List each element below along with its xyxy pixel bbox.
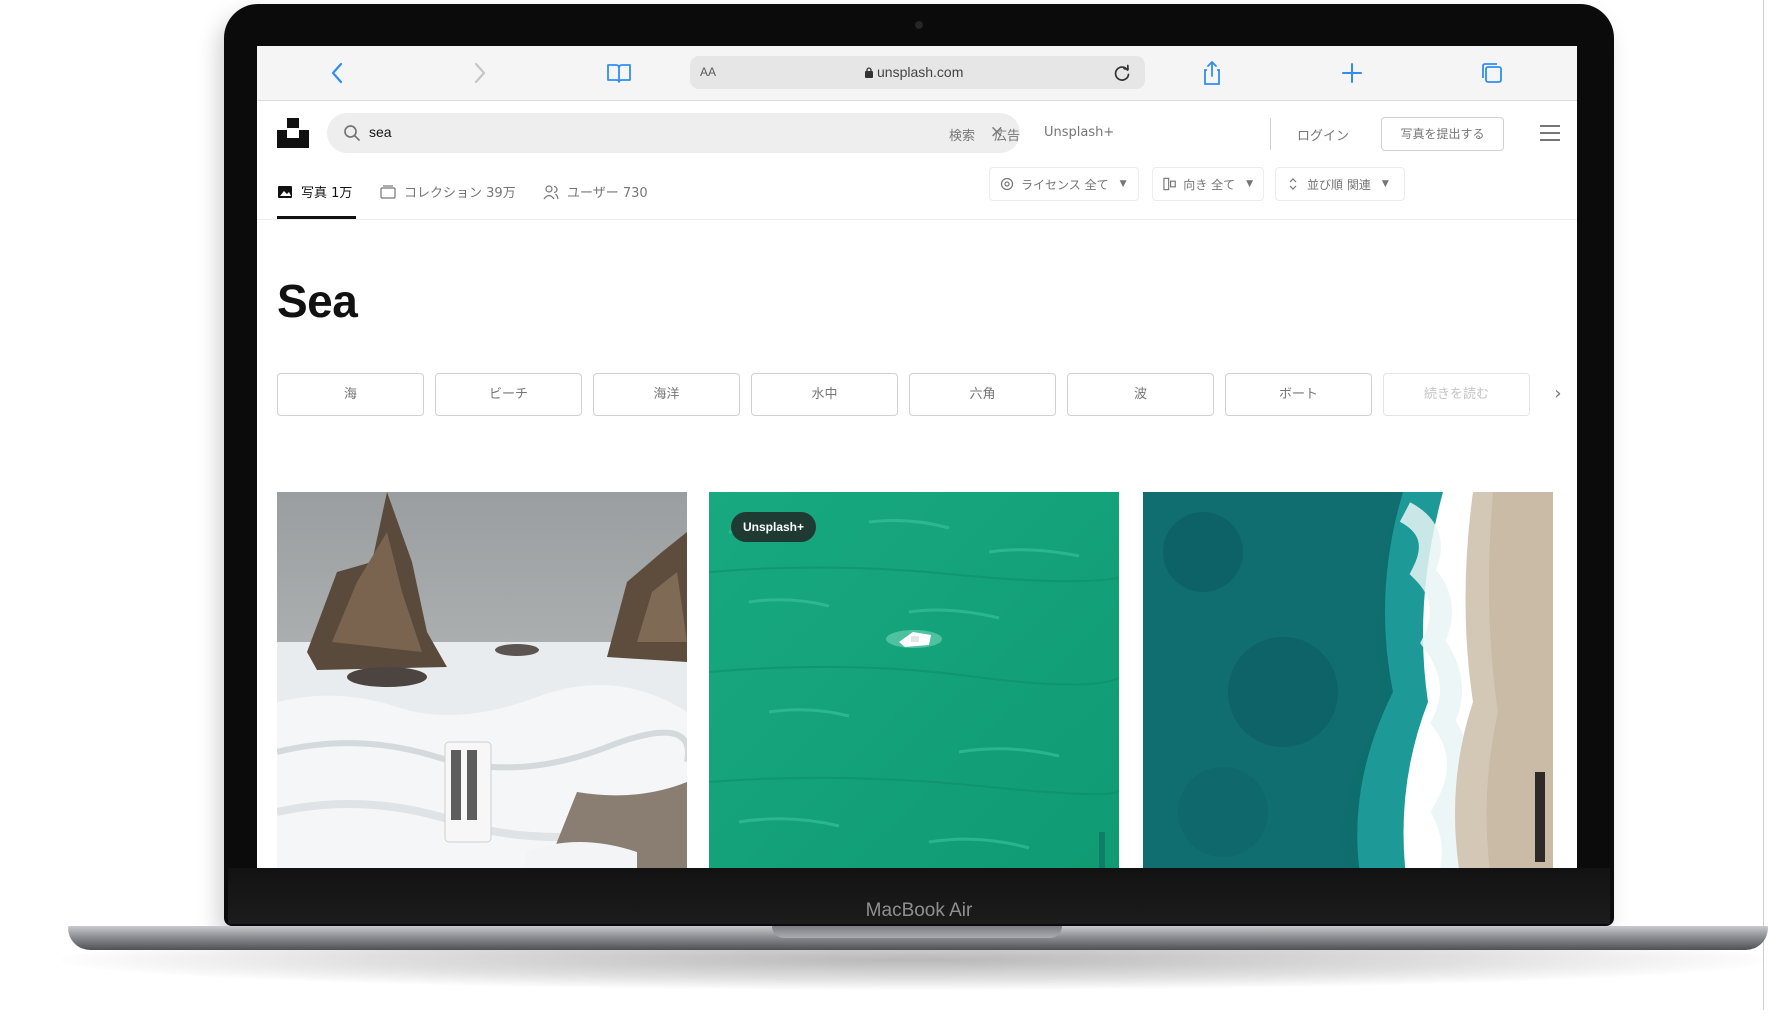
sort-filter-label: 並び順 関連 xyxy=(1307,177,1371,192)
tab-collections[interactable]: コレクション 39万 xyxy=(380,182,516,201)
reader-aa-button[interactable]: AA xyxy=(700,65,716,79)
related-chip[interactable]: 海 xyxy=(277,373,424,416)
tab-collections-label: コレクション 39万 xyxy=(404,186,516,201)
camera-dot xyxy=(915,21,923,29)
collection-icon xyxy=(380,184,396,199)
related-chip[interactable]: ビーチ xyxy=(435,373,582,416)
edge-line xyxy=(1763,0,1764,1010)
orientation-filter[interactable]: 向き 全て ▼ xyxy=(1152,167,1264,201)
nav-explore-link[interactable]: 検索 xyxy=(949,125,975,144)
unsplash-logo[interactable] xyxy=(277,116,309,148)
search-box[interactable]: sea × xyxy=(327,113,1020,153)
tabs-divider xyxy=(257,219,1577,220)
url-text: unsplash.com xyxy=(877,64,964,80)
orientation-icon xyxy=(1163,177,1176,191)
nav-advertise-link[interactable]: 広告 xyxy=(994,125,1020,144)
reader-icon[interactable] xyxy=(604,58,634,88)
new-tab-icon[interactable] xyxy=(1337,58,1367,88)
back-icon[interactable] xyxy=(323,58,353,88)
sort-icon xyxy=(1289,178,1297,190)
menu-icon[interactable] xyxy=(1540,125,1560,141)
chevron-down-icon: ▼ xyxy=(1119,179,1127,189)
license-filter[interactable]: ライセンス 全て ▼ xyxy=(989,167,1139,201)
aerial-waves-photo xyxy=(1143,492,1553,868)
lock-icon xyxy=(865,67,873,78)
share-icon[interactable] xyxy=(1197,58,1227,88)
address-bar[interactable]: AA unsplash.com xyxy=(690,56,1145,89)
tabs-overview-icon[interactable] xyxy=(1477,58,1507,88)
related-chip[interactable]: 六角 xyxy=(909,373,1056,416)
submit-photo-button[interactable]: 写真を提出する xyxy=(1381,117,1504,151)
sort-filter[interactable]: 並び順 関連 ▼ xyxy=(1275,167,1405,201)
photo-icon xyxy=(278,185,292,198)
browser-toolbar: AA unsplash.com xyxy=(257,46,1577,101)
header-divider xyxy=(1270,118,1271,150)
related-chip[interactable]: ボート xyxy=(1225,373,1372,416)
rocky-shore-photo xyxy=(277,492,687,868)
forward-icon[interactable] xyxy=(464,58,494,88)
tab-photos-label: 写真 1万 xyxy=(301,186,353,201)
chevron-right-icon[interactable]: › xyxy=(1546,381,1570,407)
laptop-notch xyxy=(772,926,1062,938)
tab-users-label: ユーザー 730 xyxy=(567,186,648,201)
page-title: Sea xyxy=(277,275,358,327)
users-icon xyxy=(543,184,559,199)
photo-card[interactable] xyxy=(1143,492,1553,868)
related-chip[interactable]: 水中 xyxy=(751,373,898,416)
photo-card[interactable]: Unsplash+ xyxy=(709,492,1119,868)
related-chip[interactable]: 波 xyxy=(1067,373,1214,416)
login-link[interactable]: ログイン xyxy=(1297,125,1349,144)
search-input[interactable]: sea xyxy=(369,124,392,140)
search-icon xyxy=(344,125,360,141)
tab-photos[interactable]: 写真 1万 xyxy=(277,182,352,201)
photo-card[interactable] xyxy=(277,492,687,868)
license-filter-label: ライセンス 全て xyxy=(1021,177,1109,192)
chevron-down-icon: ▼ xyxy=(1381,179,1389,189)
related-chip[interactable]: 続きを読む xyxy=(1383,373,1530,416)
related-chip[interactable]: 海洋 xyxy=(593,373,740,416)
chevron-down-icon: ▼ xyxy=(1246,179,1253,189)
license-icon xyxy=(1000,177,1014,191)
reload-icon[interactable] xyxy=(1111,62,1133,84)
orientation-filter-label: 向き 全て xyxy=(1183,177,1236,192)
device-label: MacBook Air xyxy=(865,900,973,921)
turquoise-sea-photo xyxy=(709,492,1119,868)
browser-screen: AA unsplash.com sea × 検索 広告 Unsplash+ ログ… xyxy=(257,46,1577,868)
nav-unsplash-plus-link[interactable]: Unsplash+ xyxy=(1044,125,1114,140)
tab-users[interactable]: ユーザー 730 xyxy=(543,182,648,201)
unsplash-plus-badge: Unsplash+ xyxy=(731,512,817,542)
